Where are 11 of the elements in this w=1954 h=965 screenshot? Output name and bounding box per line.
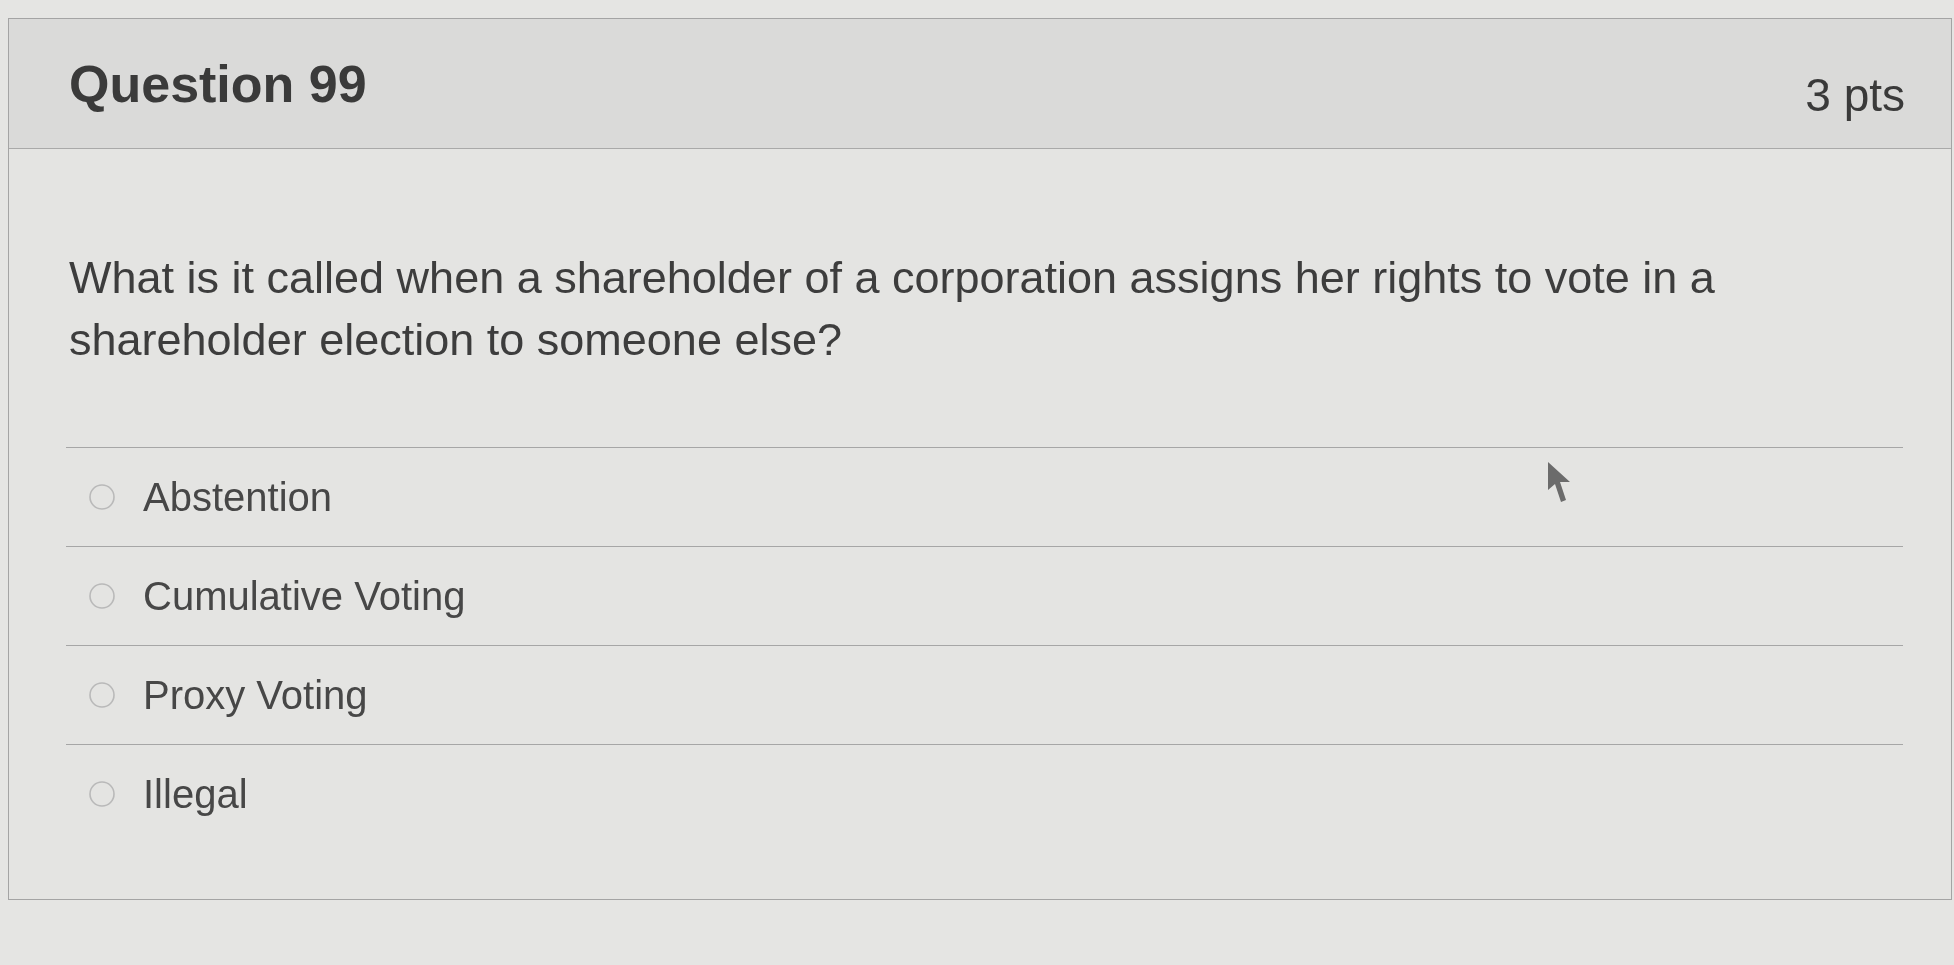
radio-button[interactable] (89, 583, 115, 609)
answer-label[interactable]: Cumulative Voting (143, 576, 466, 616)
question-title: Question 99 (69, 57, 367, 110)
radio-button[interactable] (89, 484, 115, 510)
answer-label[interactable]: Proxy Voting (143, 675, 368, 715)
question-text: What is it called when a shareholder of a corporation assigns her rights to vote in a shareholder election to someone else? (69, 251, 1716, 367)
answer-label[interactable]: Illegal (143, 774, 248, 814)
mouse-pointer-icon (1548, 462, 1570, 503)
radio-button[interactable] (89, 682, 115, 708)
answer-label[interactable]: Abstention (143, 477, 333, 517)
radio-button[interactable] (89, 781, 115, 807)
